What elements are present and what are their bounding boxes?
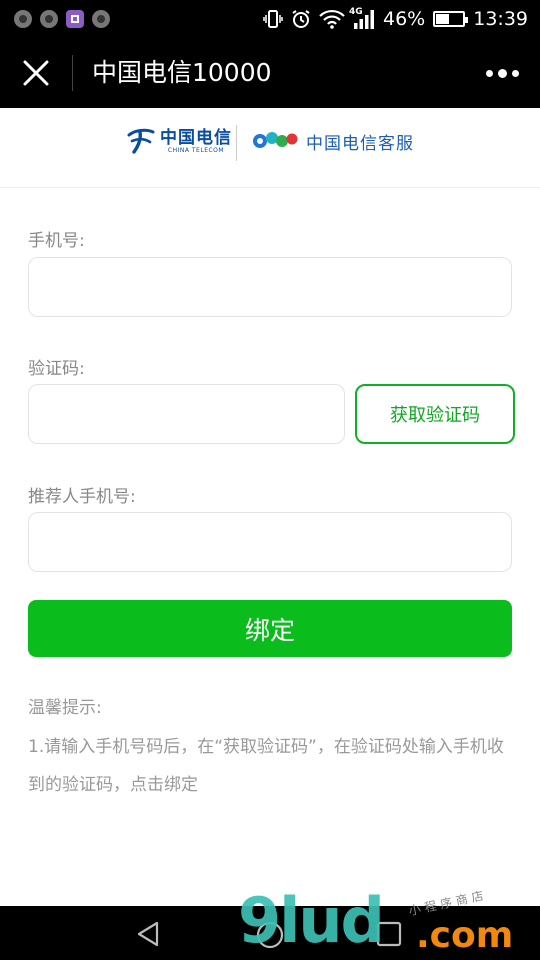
verification-code-input[interactable]	[28, 384, 345, 444]
telecom-symbol-icon	[127, 128, 155, 154]
clock: 13:39	[473, 8, 528, 30]
referrer-label: 推荐人手机号:	[28, 487, 136, 507]
tips-text: 1.请输入手机号码后，在“获取验证码”，在验证码处输入手机收到的验证码，点击绑定	[28, 737, 504, 795]
close-button[interactable]	[14, 51, 58, 95]
service-name: 中国电信客服	[306, 133, 414, 154]
status-indicators: 4G 46% 13:39	[263, 4, 528, 34]
home-icon[interactable]	[255, 920, 285, 950]
app-notification-icon	[14, 10, 32, 28]
service-bubbles-icon	[253, 132, 298, 148]
wechat-notification-icon	[92, 10, 110, 28]
logo-chinese-text: 中国电信	[160, 127, 232, 148]
status-bar: 4G 46% 13:39	[0, 0, 540, 38]
close-icon	[23, 60, 49, 86]
page-title: 中国电信10000	[92, 58, 272, 87]
battery-icon	[433, 11, 469, 27]
get-code-button[interactable]: 获取验证码	[355, 384, 515, 444]
phone-input[interactable]	[28, 257, 512, 317]
logo-divider	[236, 125, 237, 161]
code-label: 验证码:	[28, 359, 85, 379]
battery-percent: 46%	[383, 8, 426, 30]
nav-bar: 中国电信10000	[0, 38, 540, 108]
alarm-icon	[292, 10, 310, 28]
system-nav-bar	[0, 906, 540, 960]
app-notification-icon	[40, 10, 58, 28]
nav-divider	[72, 55, 73, 91]
logo-english-text: CHINA TELECOM	[167, 146, 225, 154]
recent-apps-icon[interactable]	[376, 921, 402, 947]
cellular-signal-icon: 4G	[349, 7, 375, 29]
network-type: 4G	[349, 7, 363, 17]
tips-title: 温馨提示:	[28, 698, 102, 718]
china-telecom-logo: 中国电信 CHINA TELECOM	[126, 126, 232, 156]
back-icon[interactable]	[135, 920, 163, 948]
wifi-icon	[319, 9, 345, 29]
vibrate-icon	[263, 10, 283, 28]
more-dot-icon	[511, 69, 519, 77]
referrer-phone-input[interactable]	[28, 512, 512, 572]
more-dot-icon	[497, 68, 507, 78]
more-dot-icon	[485, 69, 493, 77]
brand-header: 中国电信 CHINA TELECOM 中国电信客服	[0, 108, 540, 188]
notification-icons	[14, 10, 110, 28]
bind-button[interactable]: 绑定	[28, 600, 512, 657]
customer-service-logo: 中国电信客服	[252, 128, 414, 154]
gallery-notification-icon	[66, 10, 84, 28]
more-menu-button[interactable]	[478, 58, 526, 88]
phone-label: 手机号:	[28, 231, 85, 251]
